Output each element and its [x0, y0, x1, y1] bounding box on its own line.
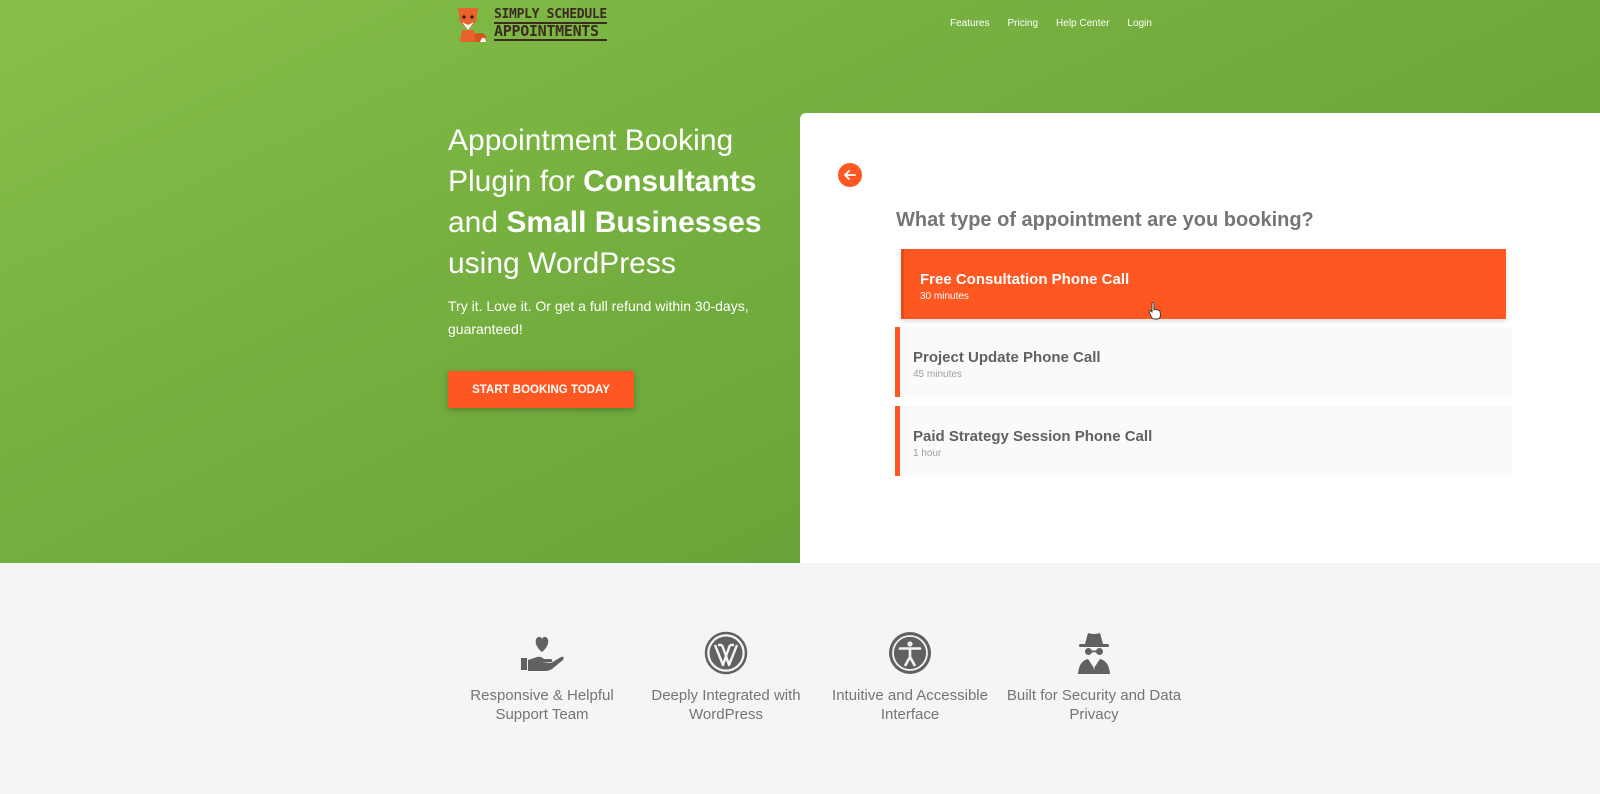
- brand-wordmark: SIMPLY SCHEDULE APPOINTMENTS: [494, 7, 607, 41]
- appointment-name: Paid Strategy Session Phone Call: [913, 428, 1153, 445]
- brand-logo[interactable]: SIMPLY SCHEDULE APPOINTMENTS: [452, 4, 607, 44]
- feature-wordpress: Deeply Integrated with WordPress: [634, 630, 818, 724]
- appointment-name: Free Consultation Phone Call: [920, 271, 1130, 288]
- start-booking-button[interactable]: START BOOKING TODAY: [448, 371, 634, 408]
- hero-title: Appointment Booking Plugin for Consultan…: [448, 120, 788, 284]
- nav-pricing[interactable]: Pricing: [1007, 18, 1038, 29]
- feature-label: Deeply Integrated with WordPress: [651, 687, 801, 723]
- appointment-type-paid-strategy[interactable]: Paid Strategy Session Phone Call 1 hour: [895, 406, 1512, 476]
- feature-label: Built for Security and Data Privacy: [1006, 687, 1182, 723]
- arrow-left-icon: [844, 170, 856, 180]
- booking-question: What type of appointment are you booking…: [896, 209, 1314, 231]
- nav-features[interactable]: Features: [950, 18, 989, 29]
- feature-label: Responsive & Helpful Support Team: [470, 687, 614, 723]
- accessibility-icon: [889, 632, 931, 674]
- wordpress-icon: [704, 631, 748, 675]
- hero-title-part2: and: [448, 206, 507, 239]
- hero-title-bold1: Consultants: [583, 165, 757, 198]
- fox-logo-icon: [458, 8, 487, 42]
- appointment-duration: 30 minutes: [920, 291, 969, 302]
- nav-login[interactable]: Login: [1127, 18, 1151, 29]
- features-row: Responsive & Helpful Support Team Deeply…: [450, 630, 1186, 724]
- brand-line-2: APPOINTMENTS: [494, 22, 607, 41]
- heart-hand-icon: [521, 636, 564, 671]
- back-button[interactable]: [838, 163, 862, 187]
- appointment-type-free-consultation[interactable]: Free Consultation Phone Call 30 minutes: [901, 249, 1506, 319]
- appointment-type-project-update[interactable]: Project Update Phone Call 45 minutes: [895, 327, 1512, 397]
- feature-label: Intuitive and Accessible Interface: [832, 687, 988, 723]
- hero-subtitle: Try it. Love it. Or get a full refund wi…: [448, 298, 749, 337]
- hero-title-bold2: Small Businesses: [506, 206, 762, 239]
- feature-support: Responsive & Helpful Support Team: [450, 630, 634, 724]
- hero-title-part3: using WordPress: [448, 247, 676, 280]
- nav-help-center[interactable]: Help Center: [1056, 18, 1109, 29]
- brand-line-1: SIMPLY SCHEDULE: [494, 7, 607, 22]
- feature-accessible: Intuitive and Accessible Interface: [818, 630, 1002, 724]
- spy-icon: [1078, 633, 1110, 674]
- hand-cursor-icon: [1148, 302, 1161, 320]
- appointment-duration: 45 minutes: [913, 369, 962, 380]
- appointment-duration: 1 hour: [913, 448, 942, 459]
- booking-widget: What type of appointment are you booking…: [800, 113, 1600, 563]
- hero-section: SIMPLY SCHEDULE APPOINTMENTS Features Pr…: [0, 0, 1600, 563]
- feature-security: Built for Security and Data Privacy: [1002, 630, 1186, 724]
- appointment-name: Project Update Phone Call: [913, 349, 1101, 366]
- main-nav: Features Pricing Help Center Login: [950, 18, 1170, 29]
